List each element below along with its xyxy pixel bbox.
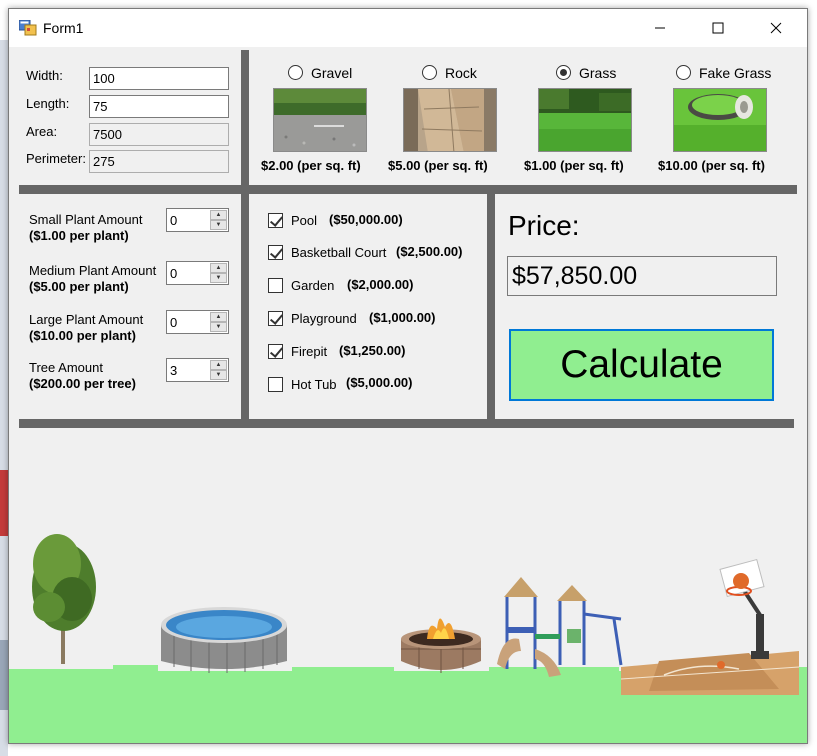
small-plant-price: ($1.00 per plant): [29, 228, 129, 243]
large-plant-price: ($10.00 per plant): [29, 328, 136, 343]
fake-grass-label[interactable]: Fake Grass: [699, 65, 771, 81]
gravel-radio[interactable]: [288, 65, 303, 80]
divider-horizontal-top: [19, 185, 797, 194]
width-input[interactable]: 100: [89, 67, 229, 90]
tree-price: ($200.00 per tree): [29, 376, 136, 391]
perimeter-output: 275: [89, 150, 229, 173]
pool-checkbox[interactable]: [268, 213, 283, 228]
rock-image: [403, 88, 497, 152]
hot-tub-label[interactable]: Hot Tub: [291, 377, 337, 392]
area-label: Area:: [26, 124, 58, 139]
divider-vertical-top: [241, 50, 249, 190]
price-label: Price:: [508, 210, 580, 241]
playground-checkbox[interactable]: [268, 311, 283, 326]
area-output: 7500: [89, 123, 229, 146]
garden-label[interactable]: Garden: [291, 278, 334, 293]
garden-price: ($2,000.00): [347, 277, 414, 292]
stepper-up-icon[interactable]: ▲: [210, 210, 227, 220]
stepper-up-icon[interactable]: ▲: [210, 360, 227, 370]
medium-plant-label: Medium Plant Amount: [29, 263, 157, 278]
stepper-up-icon[interactable]: ▲: [210, 312, 227, 322]
length-input[interactable]: 75: [89, 95, 229, 118]
tree-stepper[interactable]: 3 ▲ ▼: [166, 358, 229, 382]
stepper-down-icon[interactable]: ▼: [210, 322, 227, 332]
close-icon: [770, 22, 782, 34]
basketball-court-label[interactable]: Basketball Court: [291, 245, 386, 260]
hot-tub-price: ($5,000.00): [346, 375, 413, 390]
title-bar[interactable]: Form1: [9, 9, 807, 47]
large-plant-value[interactable]: 0: [170, 315, 177, 330]
yard-scene: [9, 534, 807, 743]
stepper-down-icon[interactable]: ▼: [210, 220, 227, 230]
fake-grass-image: [673, 88, 767, 152]
perimeter-label: Perimeter:: [26, 151, 86, 166]
stepper-down-icon[interactable]: ▼: [210, 370, 227, 380]
length-label: Length:: [26, 96, 70, 111]
grass-radio[interactable]: [556, 65, 571, 80]
form-window: Form1 Width: 100 Length: 75 Area: 7500 P…: [8, 8, 808, 744]
width-label: Width:: [26, 68, 63, 83]
stepper-down-icon[interactable]: ▼: [210, 273, 227, 283]
grass-image: [538, 88, 632, 152]
calculate-button[interactable]: Calculate: [509, 329, 774, 401]
pool-price: ($50,000.00): [329, 212, 403, 227]
stepper-up-icon[interactable]: ▲: [210, 263, 227, 273]
close-button[interactable]: [753, 9, 799, 47]
playground-label[interactable]: Playground: [291, 311, 357, 326]
basketball-court-image: [620, 558, 800, 695]
app-icon: [19, 20, 37, 36]
fake-grass-radio[interactable]: [676, 65, 691, 80]
rock-price: $5.00 (per sq. ft): [388, 158, 488, 173]
firepit-checkbox[interactable]: [268, 344, 283, 359]
minimize-button[interactable]: [637, 9, 683, 47]
playground-image: [497, 577, 623, 677]
garden-checkbox[interactable]: [268, 278, 283, 293]
playground-price: ($1,000.00): [369, 310, 436, 325]
small-plant-value[interactable]: 0: [170, 213, 177, 228]
grass-price: $1.00 (per sq. ft): [524, 158, 624, 173]
gravel-label[interactable]: Gravel: [311, 65, 352, 81]
tree-image: [32, 534, 96, 664]
medium-plant-stepper[interactable]: 0 ▲ ▼: [166, 261, 229, 285]
gravel-image: [273, 88, 367, 152]
rock-label[interactable]: Rock: [445, 65, 477, 81]
minimize-icon: [655, 27, 665, 29]
fake-grass-price: $10.00 (per sq. ft): [658, 158, 765, 173]
medium-plant-value[interactable]: 0: [170, 266, 177, 281]
tree-value[interactable]: 3: [170, 363, 177, 378]
small-plant-stepper[interactable]: 0 ▲ ▼: [166, 208, 229, 232]
maximize-button[interactable]: [695, 9, 741, 47]
divider-horizontal-bottom: [19, 419, 794, 428]
gravel-price: $2.00 (per sq. ft): [261, 158, 361, 173]
firepit-label[interactable]: Firepit: [291, 344, 327, 359]
divider-vertical-left: [241, 194, 249, 420]
medium-plant-price: ($5.00 per plant): [29, 279, 129, 294]
tree-label: Tree Amount: [29, 360, 103, 375]
firepit-price: ($1,250.00): [339, 343, 406, 358]
basketball-court-checkbox[interactable]: [268, 245, 283, 260]
divider-vertical-right: [487, 194, 495, 420]
background-window-edge: [0, 40, 8, 756]
hot-tub-checkbox[interactable]: [268, 377, 283, 392]
window-title: Form1: [43, 20, 84, 36]
pool-label[interactable]: Pool: [291, 213, 317, 228]
firepit-image: [401, 618, 481, 673]
basketball-court-price: ($2,500.00): [396, 244, 463, 259]
pool-image: [161, 607, 287, 673]
rock-radio[interactable]: [422, 65, 437, 80]
maximize-icon: [712, 22, 724, 34]
large-plant-stepper[interactable]: 0 ▲ ▼: [166, 310, 229, 334]
large-plant-label: Large Plant Amount: [29, 312, 144, 327]
price-output: $57,850.00: [507, 256, 777, 296]
small-plant-label: Small Plant Amount: [29, 212, 143, 227]
grass-label[interactable]: Grass: [579, 65, 616, 81]
